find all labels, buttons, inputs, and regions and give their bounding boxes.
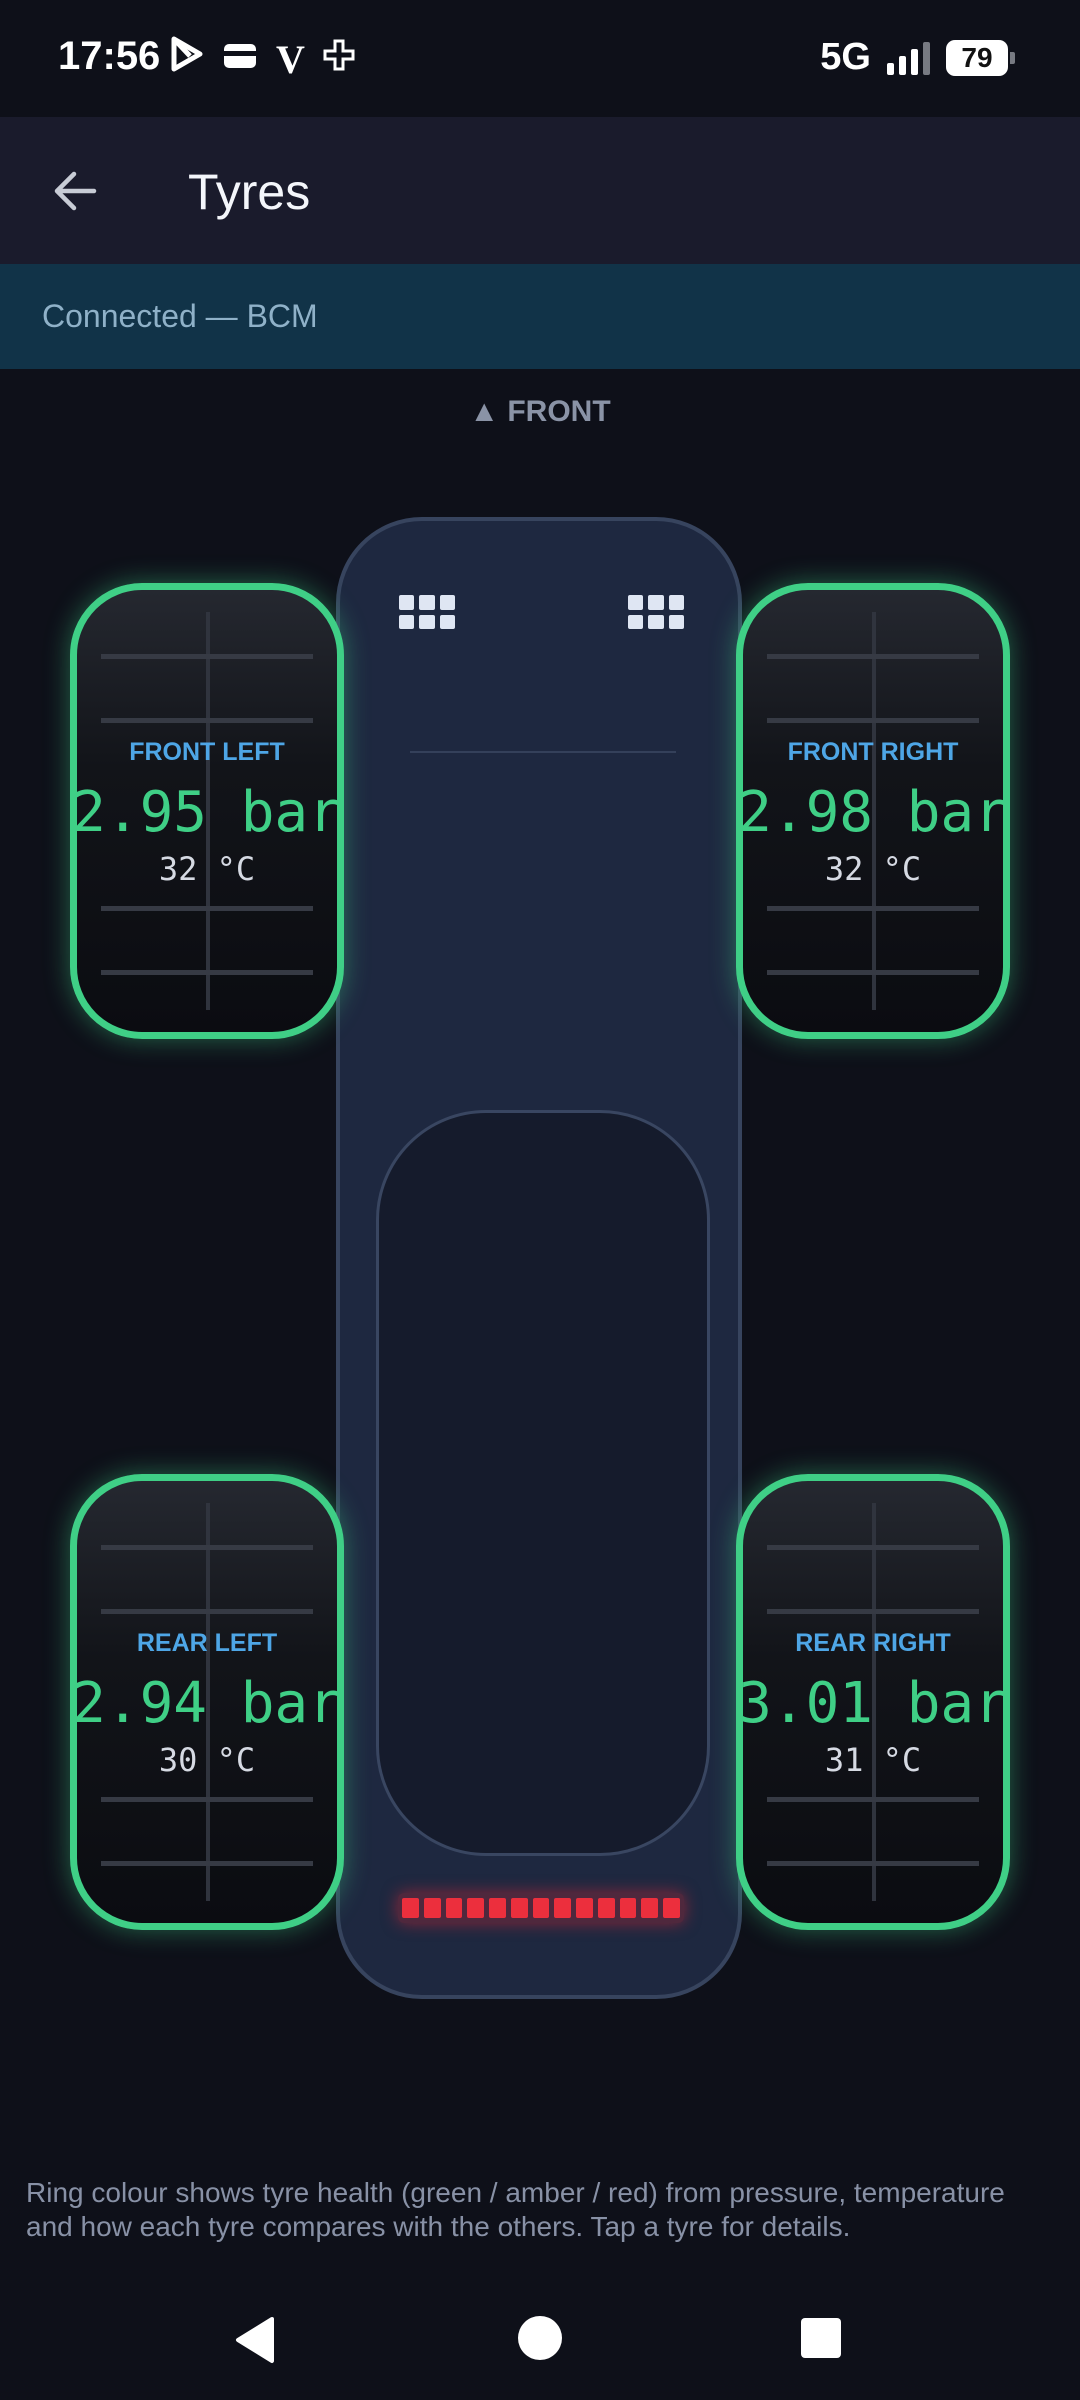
tyre-pressure: 2.95 bar [72, 780, 342, 845]
system-nav-bar [0, 2280, 1080, 2400]
car-body [336, 517, 742, 1999]
network-type: 5G [820, 36, 871, 78]
v-icon: V [276, 36, 305, 82]
back-triangle-icon[interactable] [232, 2315, 278, 2365]
plus-icon [323, 38, 355, 82]
tyre-temperature: 31 °C [824, 1741, 922, 1779]
play-store-icon [170, 36, 204, 83]
connection-status: Connected — BCM [42, 298, 318, 334]
home-circle-icon[interactable] [518, 2316, 562, 2360]
connection-banner: Connected — BCM [0, 264, 1080, 369]
notification-icons: V [170, 36, 355, 83]
hood-line [410, 751, 676, 753]
tyre-temperature: 32 °C [158, 850, 256, 888]
status-right: 5G 79 [820, 36, 1015, 79]
tyre-name: REAR RIGHT [795, 1629, 951, 1657]
car-cabin [376, 1110, 710, 1856]
tyre-pressure: 3.01 bar [738, 1671, 1008, 1736]
headlight-left-icon [399, 595, 455, 629]
battery-icon: 79 [946, 39, 1015, 76]
front-indicator: ▲ FRONT [469, 395, 611, 428]
wallet-icon [222, 38, 258, 82]
tyre-name: FRONT RIGHT [787, 738, 959, 766]
tyre-rear-left[interactable]: REAR LEFT 2.94 bar 30 °C [70, 1474, 344, 1930]
recents-square-icon[interactable] [801, 2318, 841, 2358]
tyre-temperature: 32 °C [824, 850, 922, 888]
tyre-pressure: 2.94 bar [72, 1671, 342, 1736]
app-bar: Tyres [0, 117, 1080, 264]
taillight-bar [398, 1893, 684, 1923]
page-title: Tyres [188, 164, 311, 220]
status-time: 17:56 [58, 34, 161, 78]
arrow-left-icon[interactable] [46, 161, 106, 221]
headlight-right-icon [628, 595, 684, 629]
status-bar: 17:56 V 5G 79 [0, 0, 1080, 117]
legend-footnote: Ring colour shows tyre health (green / a… [26, 2177, 1005, 2242]
tyre-temperature: 30 °C [158, 1741, 256, 1779]
signal-icon [887, 41, 930, 75]
tyre-front-right[interactable]: FRONT RIGHT 2.98 bar 32 °C [736, 583, 1010, 1039]
tyre-pressure: 2.98 bar [738, 780, 1008, 845]
tyre-rear-right[interactable]: REAR RIGHT 3.01 bar 31 °C [736, 1474, 1010, 1930]
tyre-front-left[interactable]: FRONT LEFT 2.95 bar 32 °C [70, 583, 344, 1039]
tyre-name: FRONT LEFT [129, 738, 285, 766]
tyre-name: REAR LEFT [136, 1629, 278, 1657]
